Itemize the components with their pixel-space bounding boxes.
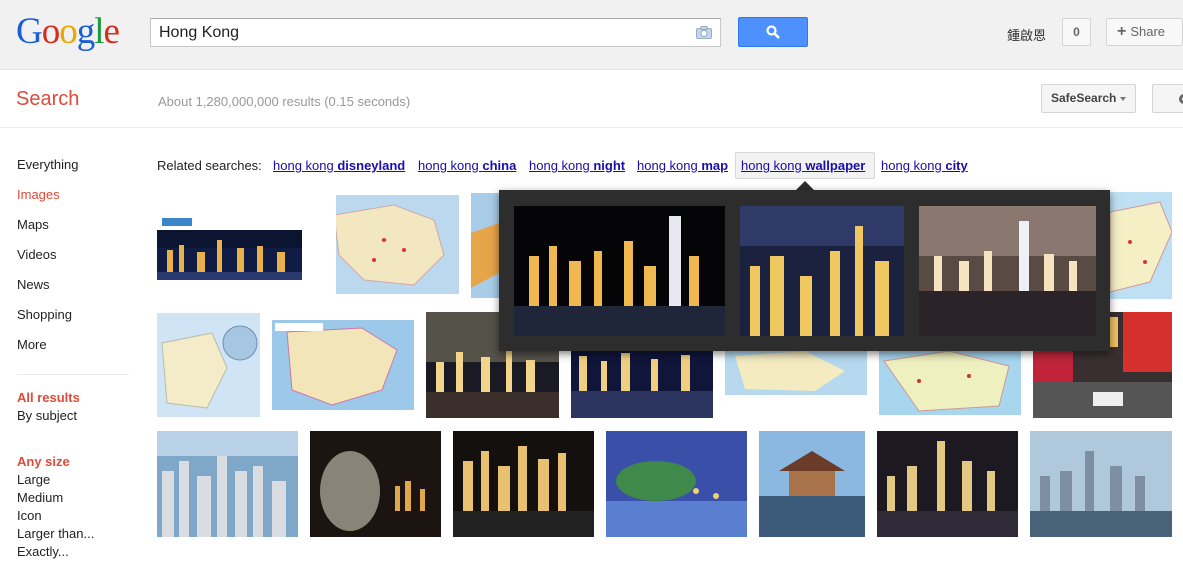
nav-everything[interactable]: Everything [17, 157, 78, 172]
section-title: Search [16, 88, 80, 110]
related-link-map[interactable]: hong kong map [637, 158, 728, 173]
image-result[interactable] [725, 351, 867, 395]
nav-images[interactable]: Images [17, 187, 60, 202]
top-bar: Google Hong Kong 鍾啟恩 0 + Share [0, 0, 1183, 70]
image-result[interactable] [157, 210, 302, 280]
notification-count[interactable]: 0 [1062, 18, 1091, 46]
sub-header: Search About 1,280,000,000 results (0.15… [0, 71, 1183, 128]
search-input[interactable]: Hong Kong [150, 18, 721, 47]
nav-maps[interactable]: Maps [17, 217, 49, 232]
search-query-text: Hong Kong [159, 24, 240, 41]
related-link-china[interactable]: hong kong china [418, 158, 516, 173]
nav-divider [17, 374, 129, 375]
image-result[interactable] [606, 431, 747, 537]
caret-down-icon [1120, 96, 1127, 101]
image-result[interactable] [157, 431, 298, 537]
image-result[interactable] [471, 193, 499, 298]
nav-shopping[interactable]: Shopping [17, 307, 72, 322]
image-result[interactable] [453, 431, 594, 537]
image-result[interactable] [314, 195, 459, 294]
magnifier-icon [766, 25, 780, 39]
search-button[interactable] [738, 17, 808, 47]
image-result[interactable] [157, 313, 260, 417]
filter-size-medium[interactable]: Medium [17, 490, 63, 505]
image-result[interactable] [310, 431, 441, 537]
google-logo[interactable]: Google [16, 10, 120, 54]
popup-image[interactable] [514, 206, 725, 336]
related-searches-label: Related searches: [157, 158, 262, 173]
nav-news[interactable]: News [17, 277, 50, 292]
settings-button[interactable] [1152, 84, 1183, 113]
image-result[interactable] [1030, 431, 1172, 537]
related-preview-popup [499, 190, 1110, 351]
image-result[interactable] [272, 320, 414, 410]
filter-size-icon[interactable]: Icon [17, 508, 42, 523]
user-name[interactable]: 鍾啟恩 [1007, 25, 1046, 44]
image-result[interactable] [1110, 192, 1172, 299]
popup-arrow [796, 181, 814, 190]
related-link-wallpaper[interactable]: hong kong wallpaper [741, 158, 865, 173]
safesearch-label: SafeSearch [1051, 91, 1117, 105]
filter-size-larger-than[interactable]: Larger than... [17, 526, 94, 541]
gear-icon [1179, 94, 1183, 104]
popup-image[interactable] [919, 206, 1096, 336]
filter-by-subject[interactable]: By subject [17, 408, 77, 423]
image-result[interactable] [759, 431, 865, 537]
filter-size-exactly[interactable]: Exactly... [17, 544, 69, 559]
plus-icon: + [1117, 23, 1127, 40]
image-result[interactable] [877, 431, 1018, 537]
result-stats: About 1,280,000,000 results (0.15 second… [158, 94, 411, 109]
filter-any-size[interactable]: Any size [17, 454, 70, 469]
filter-size-large[interactable]: Large [17, 472, 50, 487]
related-link-night[interactable]: hong kong night [529, 158, 625, 173]
camera-icon[interactable] [696, 26, 712, 39]
popup-image[interactable] [740, 206, 904, 336]
nav-videos[interactable]: Videos [17, 247, 57, 262]
related-link-disneyland[interactable]: hong kong disneyland [273, 158, 405, 173]
image-result[interactable] [571, 351, 713, 418]
related-link-city[interactable]: hong kong city [881, 158, 968, 173]
filter-all-results[interactable]: All results [17, 390, 80, 405]
image-result[interactable] [879, 351, 1021, 415]
share-label: Share [1130, 24, 1166, 39]
safesearch-button[interactable]: SafeSearch [1041, 84, 1136, 113]
share-button[interactable]: + Share [1106, 18, 1183, 46]
nav-more[interactable]: More [17, 337, 47, 352]
